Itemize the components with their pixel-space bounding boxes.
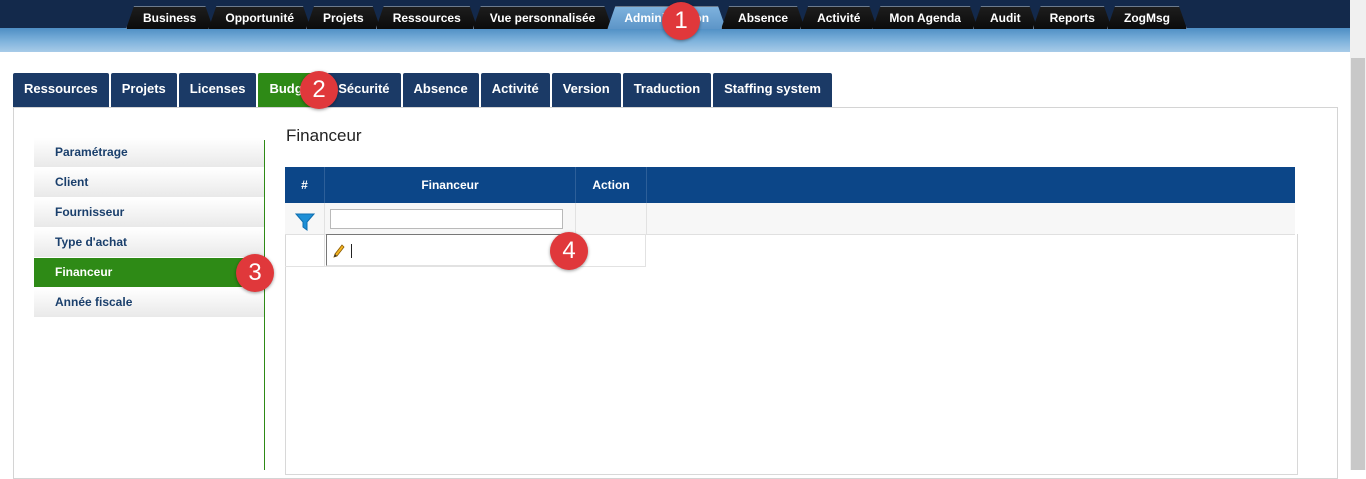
sub-tab-version[interactable]: Version bbox=[551, 73, 621, 107]
top-tab-opportunite[interactable]: Opportunité bbox=[208, 6, 311, 29]
financeur-edit-input[interactable] bbox=[326, 234, 577, 266]
funnel-filter-icon[interactable] bbox=[295, 213, 315, 231]
edit-row-index-cell bbox=[285, 234, 326, 267]
callout-badge-4: 4 bbox=[550, 232, 588, 270]
column-header-financeur[interactable]: Financeur bbox=[325, 167, 576, 203]
page-title: Financeur bbox=[286, 126, 362, 145]
financeur-grid: # Financeur Action bbox=[285, 167, 1295, 235]
top-tab-mon-agenda[interactable]: Mon Agenda bbox=[872, 6, 978, 29]
filter-cell-financeur bbox=[325, 203, 576, 234]
filter-cell bbox=[285, 203, 325, 234]
grid-body bbox=[285, 234, 1298, 475]
filter-cell-action bbox=[576, 203, 647, 234]
sub-tab-staffing-system[interactable]: Staffing system bbox=[713, 73, 832, 107]
vertical-scrollbar[interactable] bbox=[1350, 0, 1366, 470]
sub-nav-tabs: Ressources Projets Licenses Budget Sécur… bbox=[13, 73, 834, 107]
callout-badge-1: 1 bbox=[662, 2, 700, 40]
filter-cell-filler bbox=[647, 203, 1295, 234]
top-tab-activite[interactable]: Activité bbox=[800, 6, 877, 29]
menu-item-annee-fiscale[interactable]: Année fiscale bbox=[34, 288, 264, 317]
menu-item-fournisseur[interactable]: Fournisseur bbox=[34, 198, 264, 227]
grid-filter-row bbox=[285, 203, 1295, 235]
left-menu: Paramétrage Client Fournisseur Type d'ac… bbox=[34, 138, 264, 318]
sub-tab-absence[interactable]: Absence bbox=[402, 73, 479, 107]
top-tab-audit[interactable]: Audit bbox=[973, 6, 1038, 29]
grid-header: # Financeur Action bbox=[285, 167, 1295, 203]
sub-tab-ressources[interactable]: Ressources bbox=[13, 73, 109, 107]
top-tab-reports[interactable]: Reports bbox=[1033, 6, 1112, 29]
callout-badge-3: 3 bbox=[236, 254, 274, 292]
sub-tab-securite[interactable]: Sécurité bbox=[327, 73, 401, 107]
menu-item-financeur[interactable]: Financeur bbox=[34, 258, 264, 287]
edit-row-financeur-cell bbox=[325, 234, 577, 267]
financeur-filter-input[interactable] bbox=[330, 209, 563, 229]
grid-edit-row bbox=[285, 234, 646, 267]
menu-item-type-achat[interactable]: Type d'achat bbox=[34, 228, 264, 257]
menu-item-parametrage[interactable]: Paramétrage bbox=[34, 138, 264, 167]
pencil-icon bbox=[333, 244, 345, 258]
sub-tab-licenses[interactable]: Licenses bbox=[178, 73, 257, 107]
top-tab-absence[interactable]: Absence bbox=[721, 6, 805, 29]
sub-tab-activite[interactable]: Activité bbox=[480, 73, 550, 107]
top-tab-business[interactable]: Business bbox=[126, 6, 213, 29]
scrollbar-thumb[interactable] bbox=[1351, 58, 1365, 470]
column-header-action[interactable]: Action bbox=[576, 167, 647, 203]
menu-divider bbox=[264, 140, 265, 470]
callout-badge-2: 2 bbox=[300, 71, 338, 109]
top-tab-projets[interactable]: Projets bbox=[306, 6, 381, 29]
menu-item-client[interactable]: Client bbox=[34, 168, 264, 197]
top-tab-zogmsg[interactable]: ZogMsg bbox=[1107, 6, 1187, 29]
sub-tab-traduction[interactable]: Traduction bbox=[622, 73, 712, 107]
sub-tab-projets[interactable]: Projets bbox=[110, 73, 177, 107]
top-tab-vue-personnalisee[interactable]: Vue personnalisée bbox=[473, 6, 613, 29]
top-nav-tabs: Business Opportunité Projets Ressources … bbox=[126, 6, 1182, 28]
text-caret bbox=[351, 244, 353, 258]
column-header-filler bbox=[647, 167, 1295, 203]
top-tab-ressources[interactable]: Ressources bbox=[376, 6, 478, 29]
column-header-index[interactable]: # bbox=[285, 167, 325, 203]
